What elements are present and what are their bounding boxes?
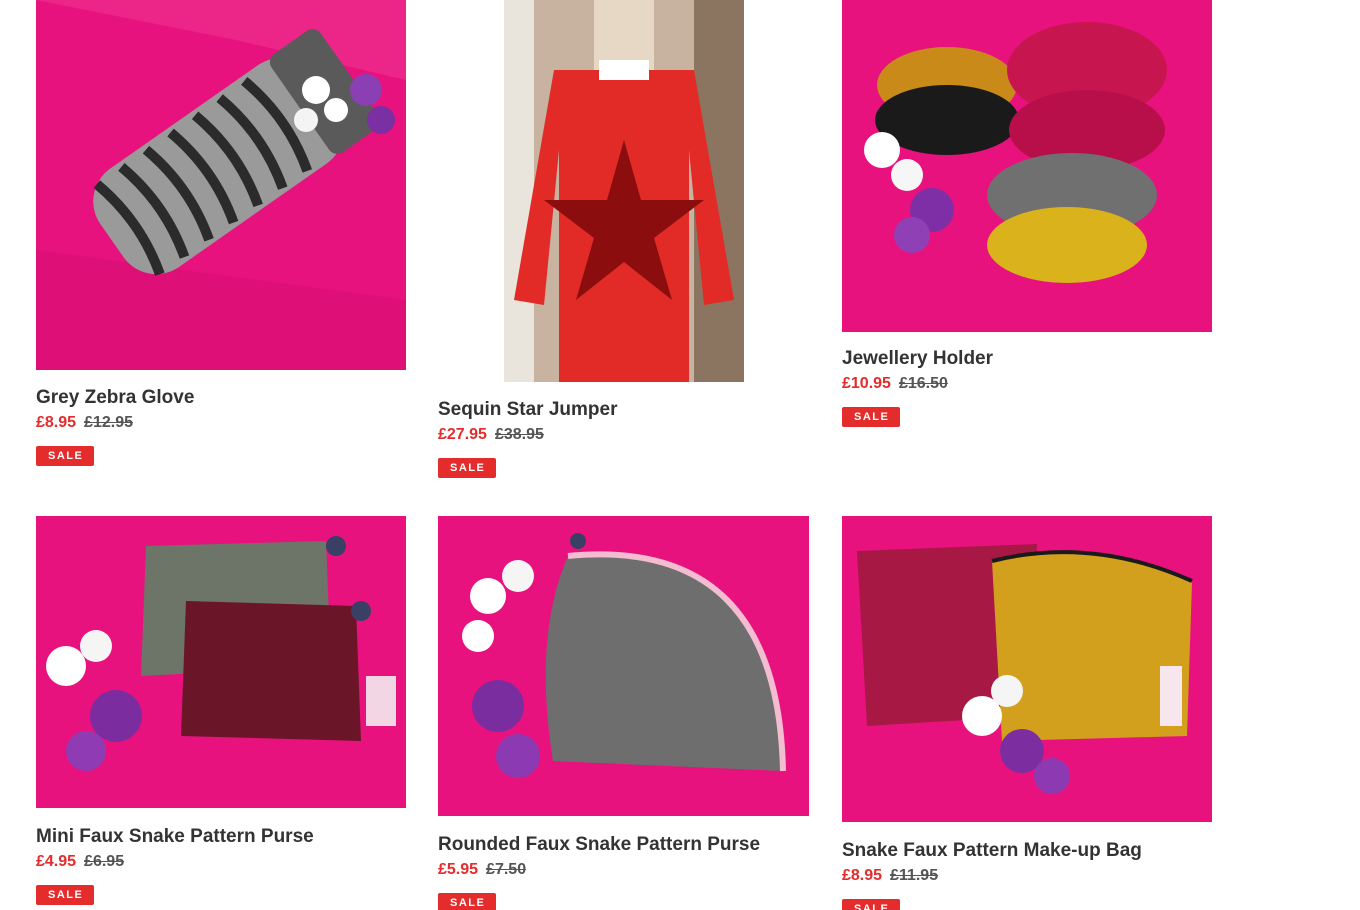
product-image-rounded-snake-purse[interactable] xyxy=(438,516,809,816)
compare-price: £38.95 xyxy=(494,426,544,443)
sale-price: £8.95 xyxy=(36,414,77,431)
product-image-jewellery-holder[interactable] xyxy=(842,0,1212,332)
product-card[interactable]: Snake Faux Pattern Make-up Bag £8.95 £11.… xyxy=(822,516,1242,910)
sale-price: £5.95 xyxy=(438,861,479,878)
product-image-star-jumper[interactable] xyxy=(504,0,744,382)
compare-price: £6.95 xyxy=(84,853,125,870)
product-prices: £10.95 £16.50 xyxy=(842,375,948,393)
product-title[interactable]: Mini Faux Snake Pattern Purse xyxy=(36,826,314,848)
sale-badge: SALE xyxy=(842,407,901,427)
product-prices: £27.95 £38.95 xyxy=(438,426,544,444)
product-image-snake-makeup-bag[interactable] xyxy=(842,516,1212,822)
product-title[interactable]: Sequin Star Jumper xyxy=(438,399,618,421)
sale-badge: SALE xyxy=(36,885,95,905)
sale-price: £4.95 xyxy=(36,853,77,870)
product-prices: £8.95 £12.95 xyxy=(36,414,133,432)
product-card[interactable]: Sequin Star Jumper £27.95 £38.95 SALE xyxy=(420,0,840,490)
sale-price: £8.95 xyxy=(842,867,883,884)
product-prices: £5.95 £7.50 xyxy=(438,861,526,879)
sale-badge: SALE xyxy=(842,899,901,910)
compare-price: £7.50 xyxy=(486,861,527,878)
product-card[interactable]: Jewellery Holder £10.95 £16.50 SALE xyxy=(822,0,1242,430)
product-card[interactable]: Grey Zebra Glove £8.95 £12.95 SALE xyxy=(0,0,420,480)
sale-badge: SALE xyxy=(36,446,95,466)
compare-price: £12.95 xyxy=(84,414,133,431)
sale-badge: SALE xyxy=(438,893,497,910)
compare-price: £11.95 xyxy=(890,867,939,884)
product-title[interactable]: Snake Faux Pattern Make-up Bag xyxy=(842,840,1142,862)
product-title[interactable]: Rounded Faux Snake Pattern Purse xyxy=(438,834,760,856)
product-title[interactable]: Jewellery Holder xyxy=(842,348,993,370)
sale-price: £10.95 xyxy=(842,375,891,392)
product-title[interactable]: Grey Zebra Glove xyxy=(36,387,194,409)
product-prices: £8.95 £11.95 xyxy=(842,867,938,885)
product-prices: £4.95 £6.95 xyxy=(36,853,124,871)
product-image-mini-snake-purse[interactable] xyxy=(36,516,406,808)
compare-price: £16.50 xyxy=(898,375,948,392)
product-grid: Grey Zebra Glove £8.95 £12.95 SALE Sequin… xyxy=(0,0,1360,910)
sale-price: £27.95 xyxy=(438,426,487,443)
product-card[interactable]: Rounded Faux Snake Pattern Purse £5.95 £7… xyxy=(420,516,840,910)
product-card[interactable]: Mini Faux Snake Pattern Purse £4.95 £6.95… xyxy=(0,516,420,910)
product-image-zebra-glove[interactable] xyxy=(36,0,406,370)
sale-badge: SALE xyxy=(438,458,497,478)
